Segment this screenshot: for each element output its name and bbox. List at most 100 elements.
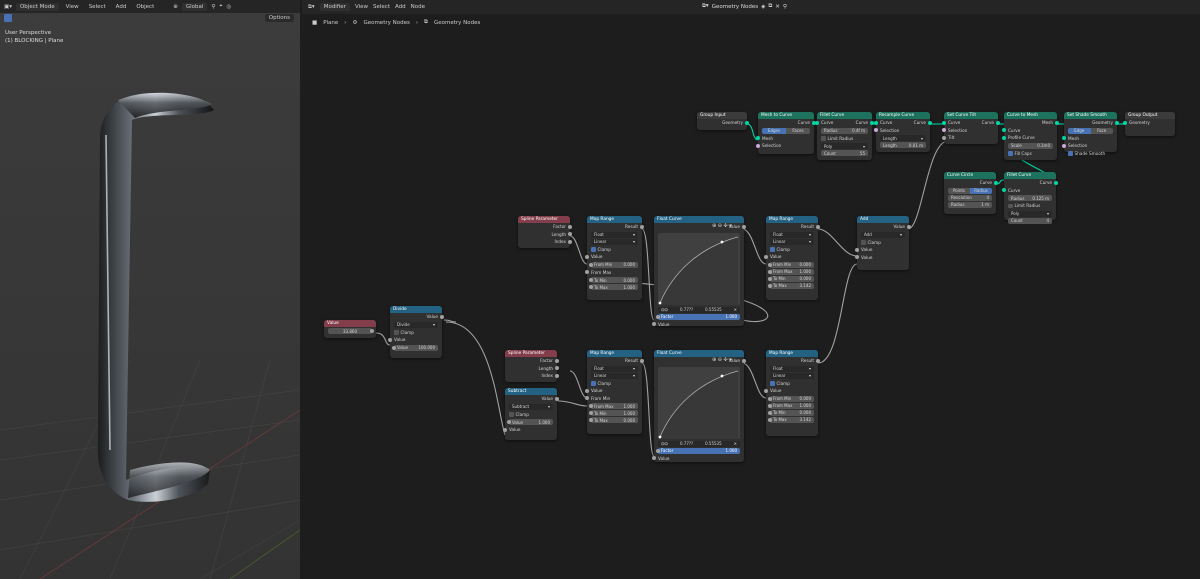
type-dropdown[interactable]: Float ▾: [770, 231, 814, 238]
output-socket[interactable]: [994, 180, 998, 185]
to-min-field[interactable]: To Min 0.000: [589, 277, 638, 283]
input-socket[interactable]: [507, 420, 511, 424]
mode-dropdown[interactable]: Poly ▾: [821, 143, 868, 149]
options-button[interactable]: Options: [264, 14, 294, 22]
node-header[interactable]: Curve to Mesh: [1004, 112, 1057, 119]
to-max-field[interactable]: To Max 0.000: [589, 417, 638, 423]
output-socket[interactable]: [555, 396, 559, 401]
mode-extend-icon[interactable]: [22, 14, 30, 22]
node-spline-parameter-2[interactable]: Spline Parameter Factor Length Index: [505, 350, 559, 382]
output-socket[interactable]: [568, 224, 572, 229]
node-fillet-curve-2[interactable]: Fillet Curve Curve Curve Radius 0.125 m L…: [1002, 172, 1058, 224]
interpolation-dropdown[interactable]: Linear ▾: [591, 372, 638, 379]
node-header[interactable]: Value: [324, 320, 376, 327]
clamp-checkbox[interactable]: [770, 247, 775, 252]
node-header[interactable]: Group Input: [697, 112, 747, 119]
node-map-range-3[interactable]: Map Range Result Float ▾ Linear ▾ Clamp Va…: [585, 350, 644, 434]
input-socket[interactable]: [768, 410, 772, 415]
output-socket[interactable]: [555, 373, 559, 378]
transform-orientation-icon[interactable]: ⊕: [173, 4, 178, 10]
output-socket[interactable]: [1054, 180, 1058, 185]
value-field[interactable]: 33.860: [328, 328, 374, 334]
to-min-field[interactable]: To Min 0.000: [768, 275, 814, 282]
mode-invert-icon[interactable]: [40, 14, 48, 22]
node-header[interactable]: Subtract: [505, 388, 557, 395]
node-header[interactable]: Group Output: [1125, 112, 1175, 119]
radius-field[interactable]: Radius 0.125 m: [1008, 195, 1052, 201]
mode-faces[interactable]: Faces: [786, 127, 810, 134]
output-socket[interactable]: [816, 358, 820, 363]
input-socket[interactable]: [1062, 143, 1066, 148]
node-header[interactable]: Map Range: [766, 350, 818, 357]
node-header[interactable]: Spline Parameter: [518, 216, 570, 223]
input-socket[interactable]: [1002, 135, 1006, 140]
scale-field[interactable]: Scale 0.1m0: [1008, 142, 1053, 149]
node-curve-circle[interactable]: Curve Circle Curve Points Radius Resoluti…: [944, 172, 998, 214]
type-dropdown[interactable]: Float ▾: [770, 365, 814, 372]
pivot-icon[interactable]: ⚲: [211, 4, 215, 10]
input-socket[interactable]: [756, 143, 760, 148]
node-value[interactable]: Value 33.860: [324, 320, 376, 338]
close-icon[interactable]: ✕: [734, 441, 737, 446]
node-float-curve[interactable]: Float Curve Value ⊕ ⊖ ✣ ▾ ⏣⏣ 0.77?? 0.5553…: [652, 216, 746, 327]
fill-caps-checkbox[interactable]: [1008, 151, 1013, 156]
type-dropdown[interactable]: Float ▾: [591, 231, 638, 238]
input-socket[interactable]: [768, 269, 772, 274]
input-socket[interactable]: [589, 262, 593, 267]
node-set-curve-tilt[interactable]: Set Curve Tilt Curve Curve Selection Tilt: [942, 112, 1000, 144]
orientation-dropdown[interactable]: Global: [181, 2, 208, 11]
output-socket[interactable]: [555, 358, 559, 363]
point-coords[interactable]: ⏣⏣ 0.77?? 0.55535 ✕: [658, 440, 740, 447]
curve-widget[interactable]: ⊕ ⊖ ✣ ▾: [658, 223, 740, 305]
interpolation-dropdown[interactable]: Linear ▾: [591, 238, 638, 245]
count-field[interactable]: Count 4: [1008, 217, 1052, 224]
node-header[interactable]: Curve Circle: [944, 172, 996, 179]
node-header[interactable]: Set Shade Smooth: [1064, 112, 1117, 119]
input-socket[interactable]: [1002, 128, 1006, 133]
input-socket[interactable]: [874, 120, 878, 125]
input-socket[interactable]: [874, 128, 878, 133]
mode-points[interactable]: Points: [948, 187, 970, 194]
curve-handle-icon[interactable]: ⏣⏣: [661, 441, 668, 446]
type-dropdown[interactable]: Float ▾: [591, 365, 638, 372]
node-map-range-4[interactable]: Map Range Result Float ▾ Linear ▾ Clamp Va…: [764, 350, 820, 436]
output-socket[interactable]: [568, 239, 572, 244]
input-socket[interactable]: [768, 396, 772, 401]
menu-object[interactable]: Object: [133, 4, 157, 10]
input-socket[interactable]: [768, 283, 772, 288]
input-socket[interactable]: [652, 322, 656, 327]
value-field[interactable]: Value 100.000: [392, 344, 438, 351]
output-socket[interactable]: [907, 224, 911, 229]
mode-edge[interactable]: Edge: [1068, 127, 1091, 134]
input-socket[interactable]: [768, 262, 772, 267]
input-socket[interactable]: [1062, 136, 1066, 141]
node-header[interactable]: Map Range: [587, 350, 642, 357]
factor-field[interactable]: Factor 1.000: [656, 447, 740, 454]
to-max-field[interactable]: To Max 3.142: [768, 282, 814, 289]
input-socket[interactable]: [589, 278, 593, 282]
node-header[interactable]: Add: [857, 216, 909, 223]
curve-tools[interactable]: ⊕ ⊖ ✣ ▾: [712, 357, 732, 363]
output-socket[interactable]: [742, 358, 746, 363]
input-socket[interactable]: [1123, 120, 1127, 125]
input-socket[interactable]: [589, 404, 593, 408]
output-socket[interactable]: [816, 224, 820, 229]
radius-field[interactable]: Radius 0.4f m: [821, 127, 868, 134]
editor-type-icon[interactable]: ▣▾: [4, 4, 12, 10]
output-socket[interactable]: [640, 224, 644, 229]
3d-viewport[interactable]: ▣▾ Object Mode View Select Add Object ⊕ …: [0, 0, 300, 579]
output-socket[interactable]: [1055, 120, 1059, 125]
mode-dropdown[interactable]: Length ▾: [880, 135, 926, 141]
from-max-field[interactable]: From Max 1.000: [768, 268, 814, 275]
node-header[interactable]: Fillet Curve: [817, 112, 872, 119]
output-socket[interactable]: [742, 224, 746, 229]
mode-subtract-icon[interactable]: [31, 14, 39, 22]
to-max-field[interactable]: To Max 3.142: [768, 416, 814, 423]
value-field[interactable]: Value 1.000: [507, 419, 553, 425]
interpolation-dropdown[interactable]: Linear ▾: [770, 372, 814, 379]
node-header[interactable]: Map Range: [587, 216, 642, 223]
operation-dropdown[interactable]: Divide ▾: [394, 321, 438, 328]
input-socket[interactable]: [764, 254, 768, 259]
menu-view[interactable]: View: [63, 4, 82, 10]
output-socket[interactable]: [640, 358, 644, 363]
